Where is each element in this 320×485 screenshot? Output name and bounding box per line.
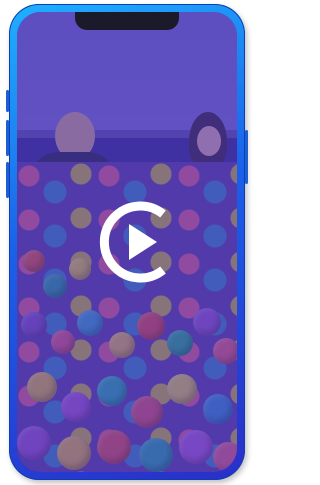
phone-frame: [6, 4, 248, 480]
phone-notch: [75, 12, 179, 30]
power-button: [245, 130, 248, 184]
volume-button: [6, 90, 9, 112]
play-icon[interactable]: [97, 200, 181, 284]
play-triangle: [129, 224, 157, 260]
volume-button: [6, 162, 9, 198]
volume-button: [6, 120, 9, 156]
